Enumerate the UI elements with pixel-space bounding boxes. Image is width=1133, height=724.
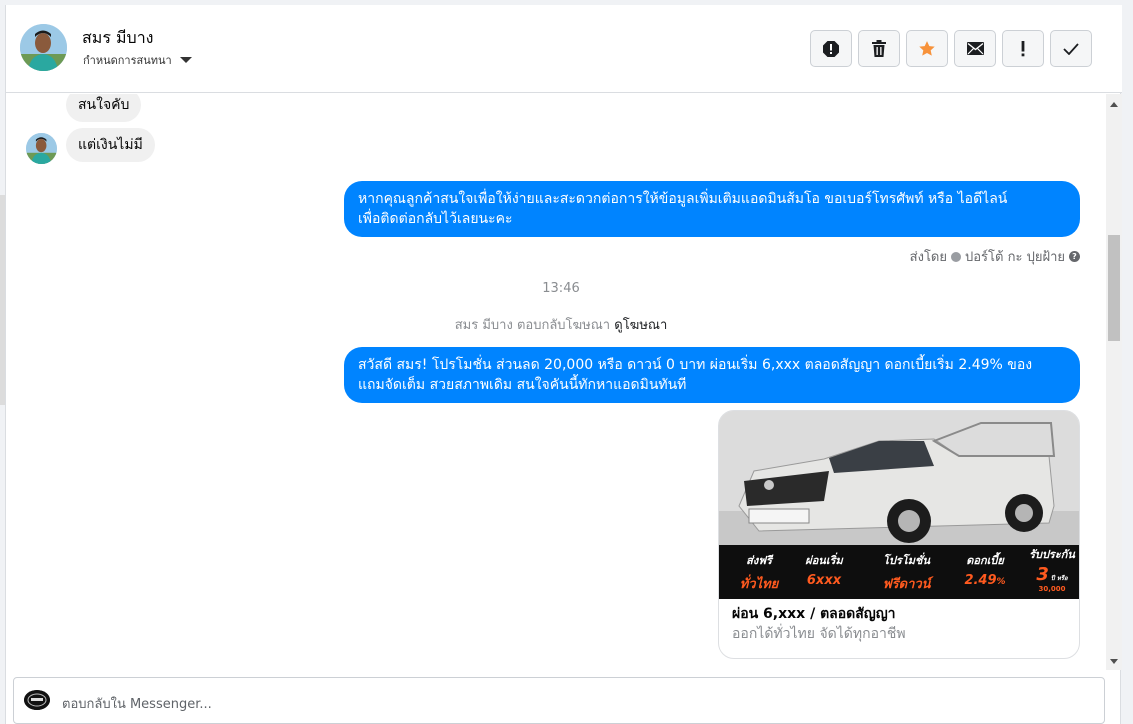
star-button[interactable]: [906, 30, 948, 67]
message-line: เพื่อติดต่อกลับไว้เลยนะคะ: [358, 211, 513, 227]
conversation-toolbar: [810, 30, 1092, 67]
promo-label: รับประกัน: [1029, 548, 1075, 561]
promo-value-number: 3: [1036, 564, 1049, 585]
promo-item: โปรโมชั่น ฟรีดาวน์: [869, 551, 944, 594]
incoming-message: สนใจคับ: [66, 94, 142, 122]
promo-value: 3 ปี หรือ: [1025, 564, 1079, 585]
mail-icon: [966, 42, 984, 55]
reply-composer[interactable]: ตอบกลับใน Messenger...: [13, 677, 1105, 724]
assign-conversation-label: กำหนดการสนทนา: [83, 54, 172, 67]
promo-value: ทั่วไทย: [739, 577, 779, 592]
delete-button[interactable]: [858, 30, 900, 67]
sent-check-icon: [951, 251, 961, 262]
promo-item: ผ่อนเริ่ม 6xxx: [789, 551, 859, 588]
promo-item: ส่งฟรี ทั่วไทย: [729, 551, 789, 594]
promo-value-suffix: %: [996, 577, 1006, 587]
reply-input[interactable]: ตอบกลับใน Messenger...: [62, 693, 212, 714]
contact-avatar[interactable]: [20, 24, 67, 71]
outgoing-message: หากคุณลูกค้าสนใจเพื่อให้ง่ายและสะดวกต่อก…: [344, 181, 1080, 237]
ad-card-title: ผ่อน 6,xxx / ตลอดสัญญา: [732, 606, 896, 622]
conversation-panel: สมร มีบาง กำหนดการสนทนา สนใจคับ แต่เงินไ…: [5, 5, 1122, 724]
scroll-up-arrow-icon[interactable]: [1110, 102, 1118, 107]
ad-reply-notice: สมร มีบาง ตอบกลับโฆษณา ดูโฆษณา: [6, 314, 1116, 335]
ad-card-subtitle: ออกได้ทั่วไทย จัดได้ทุกอาชีพ: [732, 626, 906, 642]
promo-value-number: 2.49: [964, 573, 997, 588]
caret-down-icon: [179, 57, 192, 63]
help-icon[interactable]: ?: [1069, 251, 1080, 262]
mark-unread-button[interactable]: [954, 30, 996, 67]
promo-value: ฟรีดาวน์: [882, 577, 931, 592]
promo-value: 2.49%: [955, 573, 1015, 588]
assign-conversation-dropdown[interactable]: กำหนดการสนทนา: [83, 51, 192, 69]
report-icon: [822, 40, 840, 58]
report-button[interactable]: [810, 30, 852, 67]
ad-reply-text: สมร มีบาง ตอบกลับโฆษณา: [454, 318, 611, 333]
outgoing-message: สวัสดี สมร! โปรโมชั่น ส่วนลด 20,000 หรือ…: [344, 347, 1080, 403]
promo-label: ส่งฟรี: [746, 554, 772, 567]
promo-value: 6xxx: [806, 573, 842, 588]
message-timestamp: 13:46: [542, 281, 580, 296]
star-icon: [918, 40, 936, 58]
check-icon: [1063, 42, 1079, 55]
mark-done-button[interactable]: [1050, 30, 1092, 67]
promo-item: ดอกเบี้ย 2.49%: [955, 551, 1015, 588]
sender-avatar[interactable]: [26, 133, 57, 164]
scroll-down-arrow-icon[interactable]: [1110, 659, 1118, 664]
message-thread[interactable]: สนใจคับ แต่เงินไม่มี หากคุณลูกค้าสนใจเพื…: [6, 94, 1122, 670]
conversation-header: สมร มีบาง กำหนดการสนทนา: [6, 5, 1122, 93]
sent-by-info: ส่งโดย ปอร์โต้ กะ ปุยฝ้าย ?: [910, 246, 1080, 267]
promo-item: รับประกัน 3 ปี หรือ 30,000: [1025, 545, 1079, 593]
scrollbar-thumb[interactable]: [1108, 235, 1120, 341]
contact-name[interactable]: สมร มีบาง: [82, 26, 154, 51]
sent-by-label: ส่งโดย: [909, 250, 947, 265]
view-ad-link[interactable]: ดูโฆษณา: [614, 318, 667, 333]
promo-label: ดอกเบี้ย: [966, 554, 1004, 567]
promo-label: โปรโมชั่น: [883, 554, 930, 567]
ad-car-image: ส่งฟรี ทั่วไทย ผ่อนเริ่ม 6xxx โปรโมชั่น …: [719, 411, 1079, 599]
ad-card[interactable]: ส่งฟรี ทั่วไทย ผ่อนเริ่ม 6xxx โปรโมชั่น …: [718, 410, 1080, 659]
message-line: สวัสดี สมร! โปรโมชั่น ส่วนลด 20,000 หรือ…: [358, 357, 1033, 373]
message-line: หากคุณลูกค้าสนใจเพื่อให้ง่ายและสะดวกต่อก…: [358, 191, 1008, 207]
promo-warranty-suffix: ปี หรือ: [1050, 575, 1068, 582]
promo-banner: ส่งฟรี ทั่วไทย ผ่อนเริ่ม 6xxx โปรโมชั่น …: [719, 545, 1079, 599]
follow-up-button[interactable]: [1002, 30, 1044, 67]
trash-icon: [871, 40, 887, 57]
exclamation-icon: [1020, 40, 1026, 57]
promo-label: ผ่อนเริ่ม: [805, 554, 843, 567]
thread-scrollbar[interactable]: [1106, 94, 1122, 670]
sent-by-name[interactable]: ปอร์โต้ กะ ปุยฝ้าย: [965, 246, 1065, 267]
incoming-message: แต่เงินไม่มี: [66, 128, 155, 162]
promo-warranty-km: 30,000: [1038, 585, 1066, 593]
page-avatar: [24, 690, 50, 710]
message-line: แถมจัดเต็ม สวยสภาพเดิม สนใจคันนี้ทักหาแอ…: [358, 377, 687, 393]
